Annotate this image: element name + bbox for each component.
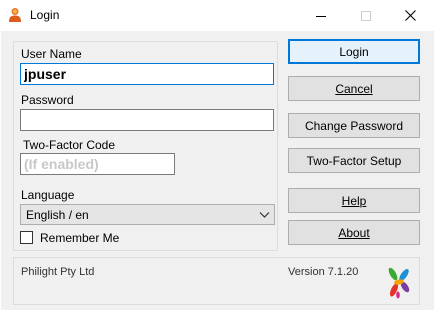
cancel-button-label: Cancel [335,81,373,96]
window-title: Login [30,8,60,22]
minimize-button[interactable] [298,0,343,31]
user-icon [9,8,21,22]
version-text: Version 7.1.20 [288,266,359,278]
dialog-body: User Name Password Two-Factor Code Langu… [1,31,434,310]
minimize-icon [315,15,326,17]
password-input[interactable] [21,110,273,130]
help-button-label: Help [341,193,367,208]
username-label: User Name [21,47,82,61]
cancel-button[interactable]: Cancel [288,76,420,101]
maximize-button [343,0,388,31]
maximize-icon [360,10,371,21]
password-label: Password [21,93,74,107]
about-button[interactable]: About [288,220,420,245]
username-field[interactable] [20,63,274,85]
change-password-button-label: Change Password [304,118,404,133]
footer: Philight Pty Ltd Version 7.1.20 [13,257,420,305]
change-password-button[interactable]: Change Password [288,113,420,138]
remember-me-checkbox[interactable] [20,231,33,244]
chevron-down-icon [259,212,270,218]
company-name: Philight Pty Ltd [21,266,95,278]
about-button-label: About [338,225,370,240]
close-button[interactable] [388,0,433,31]
help-button[interactable]: Help [288,188,420,213]
twofactor-input[interactable] [21,154,174,174]
twofactor-setup-button-label: Two-Factor Setup [306,153,402,168]
remember-me-label[interactable]: Remember Me [40,231,119,245]
language-select[interactable]: English / en [20,204,275,225]
twofactor-field[interactable] [20,153,175,175]
close-icon [405,10,416,21]
login-button-label: Login [339,44,369,59]
twofactor-label: Two-Factor Code [23,138,116,152]
credentials-group: User Name Password Two-Factor Code Langu… [13,41,278,251]
username-input[interactable] [21,64,273,84]
language-label: Language [21,188,75,202]
title-bar[interactable]: Login [0,0,435,31]
language-selected-value: English / en [26,208,89,222]
pinwheel-logo-icon [388,267,410,299]
password-field[interactable] [20,109,274,131]
login-button[interactable]: Login [288,39,420,64]
twofactor-setup-button[interactable]: Two-Factor Setup [288,148,420,173]
